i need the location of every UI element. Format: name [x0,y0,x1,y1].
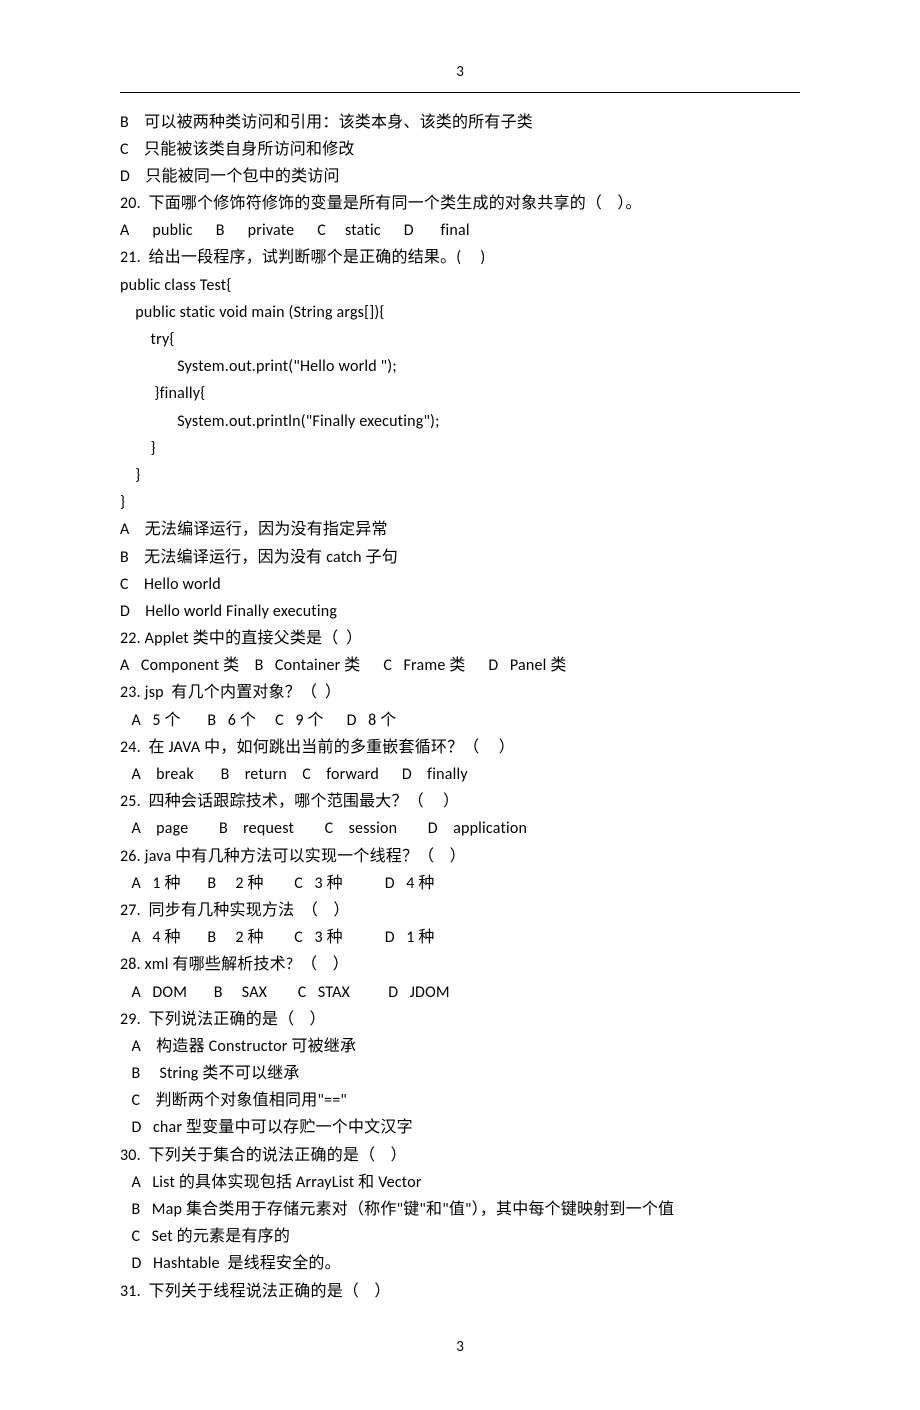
page-container: 3 B 可以被两种类访问和引用：该类本身、该类的所有子类 C 只能被该类自身所访… [0,0,920,1410]
header-rule [120,92,800,93]
page-number-top: 3 [120,60,800,86]
document-body: B 可以被两种类访问和引用：该类本身、该类的所有子类 C 只能被该类自身所访问和… [120,109,800,1305]
page-number-bottom: 3 [120,1335,800,1361]
